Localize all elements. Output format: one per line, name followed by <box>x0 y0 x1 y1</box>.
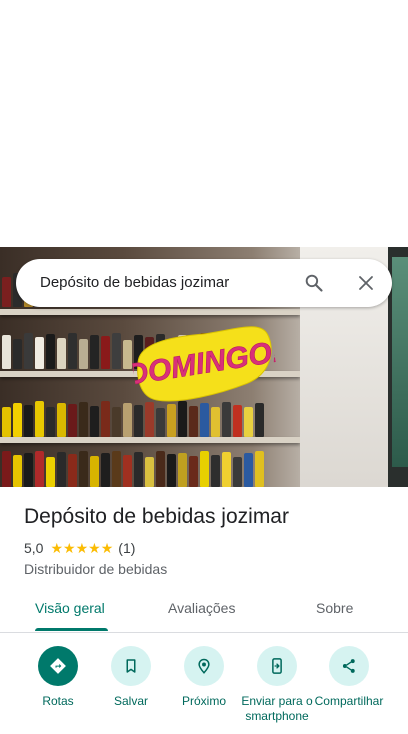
directions-button[interactable]: Rotas <box>20 646 96 709</box>
nearby-label: Próximo <box>181 694 226 708</box>
share-icon <box>342 659 355 673</box>
nearby-icon <box>198 658 210 674</box>
tab-bar: Visão geral Avaliações Sobre <box>0 590 408 633</box>
tab-overview[interactable]: Visão geral <box>35 600 105 616</box>
send-to-phone-icon <box>272 658 282 674</box>
rating-row[interactable]: 5,0 ★ ★ ★ ★ ★ (1) <box>24 540 135 556</box>
nearby-button[interactable]: Próximo <box>166 646 242 709</box>
active-tab-indicator <box>35 628 108 631</box>
save-label: Salvar <box>113 694 148 708</box>
star-icon: ★ <box>63 540 76 556</box>
star-icon: ★ <box>100 540 114 556</box>
share-button[interactable]: Compartilhar <box>311 646 387 709</box>
review-count[interactable]: (1) <box>118 540 135 556</box>
tab-reviews[interactable]: Avaliações <box>168 600 235 616</box>
bookmark-icon <box>126 659 136 673</box>
search-icon[interactable] <box>304 273 324 293</box>
place-category[interactable]: Distribuidor de bebidas <box>24 561 167 577</box>
search-query[interactable]: Depósito de bebidas jozimar <box>40 274 229 291</box>
place-title: Depósito de bebidas jozimar <box>24 505 289 528</box>
share-label: Compartilhar <box>314 694 384 708</box>
action-bar: Rotas Salvar Próximo Enviar para o smart… <box>0 646 408 734</box>
directions-icon <box>50 658 66 674</box>
star-icon: ★ <box>75 540 89 556</box>
map-area-blank <box>0 0 408 247</box>
star-icon: ★ <box>88 540 101 556</box>
rating-value: 5,0 <box>24 540 44 556</box>
search-bar[interactable]: Depósito de bebidas jozimar <box>16 259 392 307</box>
save-button[interactable]: Salvar <box>93 646 169 709</box>
tab-about[interactable]: Sobre <box>316 600 353 616</box>
send-to-phone-button[interactable]: Enviar para o smartphone <box>239 646 315 724</box>
send-to-phone-label: Enviar para o smartphone <box>241 694 313 723</box>
directions-label: Rotas <box>42 694 74 708</box>
star-rating: ★ ★ ★ ★ ★ <box>50 541 113 555</box>
star-icon: ★ <box>50 540 64 556</box>
close-icon[interactable] <box>357 274 375 292</box>
